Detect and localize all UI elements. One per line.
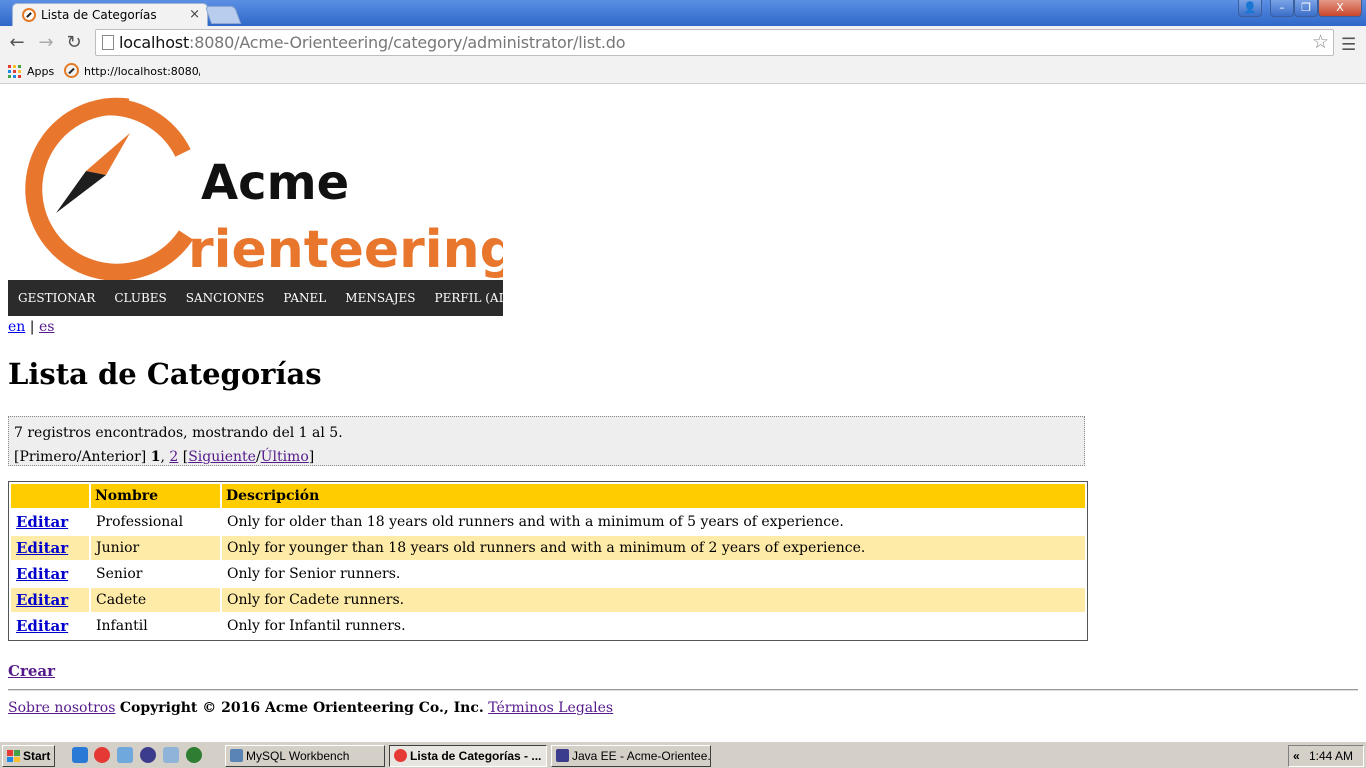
- address-bar[interactable]: localhost:8080/Acme-Orienteering/categor…: [95, 29, 1334, 56]
- minimize-button[interactable]: –: [1270, 0, 1294, 17]
- chrome-icon[interactable]: [94, 747, 110, 763]
- cell-descripcion: Only for older than 18 years old runners…: [227, 514, 844, 530]
- edit-link[interactable]: Editar: [16, 565, 68, 583]
- bookmark-star-icon[interactable]: ☆: [1312, 31, 1329, 53]
- chrome-icon: [394, 749, 407, 762]
- column-header-descripcion[interactable]: Descripción: [222, 484, 1085, 508]
- back-arrow-icon[interactable]: ←: [6, 32, 28, 54]
- url-text[interactable]: localhost:8080/Acme-Orienteering/categor…: [119, 33, 626, 52]
- compass-favicon-icon: [22, 8, 36, 22]
- table-row: Editar Infantil Only for Infantil runner…: [11, 614, 1085, 638]
- windows-taskbar: Start MySQL Workbench Lista de Categoría…: [0, 741, 1366, 768]
- pagination-summary: 7 registros encontrados, mostrando del 1…: [14, 425, 343, 441]
- edit-link[interactable]: Editar: [16, 617, 68, 635]
- current-page: 1: [150, 449, 161, 465]
- edit-link[interactable]: Editar: [16, 591, 68, 609]
- edit-link[interactable]: Editar: [16, 513, 68, 531]
- ie-icon[interactable]: [72, 747, 88, 763]
- bookmark-apps[interactable]: Apps: [27, 65, 54, 78]
- svg-text:rienteering: rienteering: [188, 220, 503, 280]
- table-row: Editar Junior Only for younger than 18 y…: [11, 536, 1085, 560]
- eclipse-icon[interactable]: [140, 747, 156, 763]
- column-header-nombre[interactable]: Nombre: [91, 484, 220, 508]
- svg-text:Acme: Acme: [201, 155, 349, 211]
- globe-icon[interactable]: [186, 747, 202, 763]
- tray-expand-icon[interactable]: «: [1293, 746, 1300, 766]
- pagination-banner: 7 registros encontrados, mostrando del 1…: [8, 416, 1085, 466]
- menu-item-panel[interactable]: PANEL: [283, 280, 326, 316]
- page-2-link[interactable]: 2: [169, 449, 178, 465]
- task-chrome[interactable]: Lista de Categorías - ...: [389, 745, 547, 767]
- page-icon: [102, 35, 114, 50]
- cell-descripcion: Only for Cadete runners.: [222, 588, 1085, 612]
- about-link[interactable]: Sobre nosotros: [8, 700, 115, 716]
- bookmarks-bar: Apps http://localhost:8080/Ac: [0, 60, 1366, 84]
- cell-descripcion: Only for younger than 18 years old runne…: [222, 536, 1085, 560]
- file-icon[interactable]: [117, 747, 133, 763]
- browser-title-bar: Lista de Categorías × 👤 – ❐ X: [0, 0, 1366, 26]
- footer-divider: [8, 689, 1358, 691]
- legal-terms-link[interactable]: Términos Legales: [488, 700, 613, 716]
- next-page-link[interactable]: Siguiente: [188, 449, 256, 465]
- cell-nombre: Senior: [96, 566, 143, 582]
- language-selector: en | es: [8, 319, 54, 335]
- create-link[interactable]: Crear: [8, 662, 55, 680]
- menu-item-perfil[interactable]: PERFIL (ADMIN): [435, 280, 541, 316]
- categories-table-wrapper: Nombre Descripción Editar Professional O…: [8, 481, 1088, 641]
- cell-descripcion: Only for Senior runners.: [227, 566, 401, 582]
- table-header-row: Nombre Descripción: [11, 484, 1085, 508]
- lang-separator: |: [29, 319, 35, 335]
- maximize-button[interactable]: ❐: [1294, 0, 1318, 17]
- hamburger-menu-icon[interactable]: ☰: [1341, 35, 1356, 55]
- copyright-text: Copyright © 2016 Acme Orienteering Co., …: [119, 700, 484, 716]
- page-title: Lista de Categorías: [8, 357, 322, 391]
- tab-close-icon[interactable]: ×: [189, 7, 200, 22]
- eclipse-icon: [556, 749, 569, 762]
- new-tab-button[interactable]: [204, 6, 242, 24]
- windows-flag-icon: [7, 750, 20, 762]
- bookmark-localhost[interactable]: http://localhost:8080/Ac: [84, 65, 200, 78]
- apps-grid-icon[interactable]: [8, 65, 21, 78]
- cell-nombre: Junior: [91, 536, 220, 560]
- last-page-link[interactable]: Último: [261, 449, 309, 465]
- compass-logo-icon: Acme rienteering: [25, 97, 517, 281]
- menu-item-gestionar[interactable]: GESTIONAR: [18, 280, 95, 316]
- close-window-button[interactable]: X: [1318, 0, 1362, 17]
- compass-favicon-icon: [64, 63, 79, 78]
- menu-item-sanciones[interactable]: SANCIONES: [186, 280, 265, 316]
- footer: Sobre nosotros Copyright © 2016 Acme Ori…: [8, 700, 613, 716]
- lang-en-link[interactable]: en: [8, 319, 25, 335]
- acme-orienteering-logo: Acme rienteering: [8, 95, 517, 281]
- menu-item-clubes[interactable]: CLUBES: [114, 280, 166, 316]
- reload-icon[interactable]: ↻: [63, 32, 85, 54]
- table-row: Editar Senior Only for Senior runners.: [11, 562, 1085, 586]
- task-mysql-workbench[interactable]: MySQL Workbench: [225, 745, 385, 767]
- cell-descripcion: Only for Infantil runners.: [227, 618, 406, 634]
- pagination-links: [Primero/Anterior] 1, 2 [Siguiente/Últim…: [14, 449, 315, 465]
- cell-nombre: Professional: [96, 514, 184, 530]
- clock: 1:44 AM: [1308, 749, 1353, 763]
- create-link-container: Crear: [8, 662, 55, 680]
- lang-es-link[interactable]: es: [39, 319, 54, 335]
- table-row: Editar Professional Only for older than …: [11, 510, 1085, 534]
- browser-toolbar: ← → ↻ localhost:8080/Acme-Orienteering/c…: [0, 26, 1366, 60]
- table-row: Editar Cadete Only for Cadete runners.: [11, 588, 1085, 612]
- mysql-workbench-icon: [230, 749, 243, 762]
- forward-arrow-icon[interactable]: →: [35, 32, 57, 54]
- system-tray: « 1:44 AM: [1288, 745, 1364, 767]
- categories-table: Nombre Descripción Editar Professional O…: [9, 482, 1087, 640]
- edit-link[interactable]: Editar: [16, 539, 68, 557]
- start-button[interactable]: Start: [2, 745, 55, 767]
- desktop-icon[interactable]: [163, 747, 179, 763]
- cell-nombre: Cadete: [91, 588, 220, 612]
- menu-item-mensajes[interactable]: MENSAJES: [345, 280, 415, 316]
- tab-title: Lista de Categorías: [41, 8, 157, 22]
- user-profile-button[interactable]: 👤: [1238, 0, 1262, 17]
- main-menu: GESTIONAR CLUBES SANCIONES PANEL MENSAJE…: [8, 280, 540, 316]
- cell-nombre: Infantil: [96, 618, 148, 634]
- task-eclipse[interactable]: Java EE - Acme-Orientee...: [551, 745, 711, 767]
- column-header-actions: [11, 484, 89, 508]
- tab-active[interactable]: Lista de Categorías ×: [12, 3, 208, 26]
